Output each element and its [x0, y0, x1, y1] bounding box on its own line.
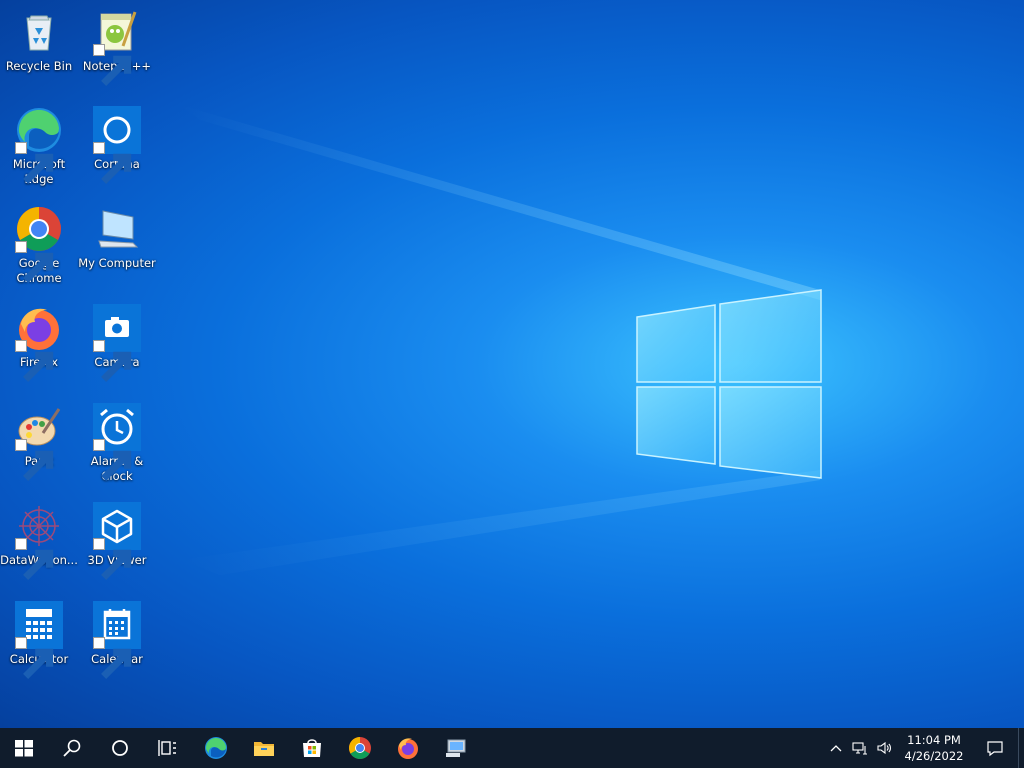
task-view-button[interactable]	[144, 728, 192, 768]
taskbar-computer-button[interactable]	[432, 728, 480, 768]
chrome-icon	[349, 737, 371, 759]
file-explorer-icon	[254, 742, 274, 756]
shortcut-arrow-icon	[15, 538, 54, 580]
desktop-icon-edge[interactable]: Microsoft Edge	[0, 106, 78, 187]
system-tray: 11:04 PM 4/26/2022	[824, 728, 1024, 768]
desktop-icon-my-computer[interactable]: My Computer	[78, 205, 156, 271]
taskbar: 11:04 PM 4/26/2022	[0, 728, 1024, 768]
shortcut-arrow-icon	[93, 637, 132, 679]
shortcut-arrow-icon	[93, 142, 132, 184]
chrome-icon	[15, 205, 63, 283]
firefox-icon	[15, 304, 63, 382]
shortcut-arrow-icon	[93, 538, 132, 580]
recycle-bin-icon	[15, 8, 63, 56]
desktop-icon-notepadpp[interactable]: Notepad++	[78, 8, 156, 86]
calculator-icon	[15, 601, 63, 679]
show-desktop-button[interactable]	[1018, 728, 1024, 768]
paint-icon	[15, 403, 63, 481]
desktop-icon-alarms-clock[interactable]: Alarms & Clock	[78, 403, 156, 484]
calendar-icon	[93, 601, 141, 679]
microsoft-store-icon	[303, 739, 321, 757]
icon-label: My Computer	[78, 256, 156, 270]
taskbar-firefox-button[interactable]	[384, 728, 432, 768]
shortcut-arrow-icon	[15, 241, 54, 283]
shortcut-arrow-icon	[15, 637, 54, 679]
clock[interactable]: 11:04 PM 4/26/2022	[896, 728, 972, 768]
cortana-icon	[93, 106, 141, 184]
shortcut-arrow-icon	[93, 44, 132, 86]
alarm-clock-icon	[93, 403, 141, 481]
desktop-icon-recycle-bin[interactable]: Recycle Bin	[0, 8, 78, 74]
shortcut-arrow-icon	[15, 142, 54, 184]
desktop-icon-cortana[interactable]: Cortana	[78, 106, 156, 184]
cortana-button[interactable]	[96, 728, 144, 768]
notepadpp-icon	[93, 8, 141, 86]
notification-icon	[987, 741, 1003, 757]
search-button[interactable]	[48, 728, 96, 768]
edge-icon	[205, 737, 227, 759]
desktop-icon-paint[interactable]: Paint	[0, 403, 78, 481]
desktop-icon-camera[interactable]: Camera	[78, 304, 156, 382]
volume-icon	[877, 741, 891, 755]
action-center-button[interactable]	[972, 728, 1018, 768]
computer-icon	[93, 205, 141, 253]
taskbar-file-explorer-button[interactable]	[240, 728, 288, 768]
taskbar-edge-button[interactable]	[192, 728, 240, 768]
taskbar-store-button[interactable]	[288, 728, 336, 768]
network-button[interactable]	[848, 728, 872, 768]
shortcut-arrow-icon	[15, 340, 54, 382]
datawagon-icon	[15, 502, 63, 580]
3d-viewer-icon	[93, 502, 141, 580]
chevron-up-icon	[830, 745, 842, 752]
computer-icon	[446, 739, 466, 757]
taskbar-chrome-button[interactable]	[336, 728, 384, 768]
firefox-icon	[398, 738, 418, 759]
edge-icon	[15, 106, 63, 184]
desktop-icon-3d-viewer[interactable]: 3D Viewer	[78, 502, 156, 580]
desktop-icon-firefox[interactable]: Firefox	[0, 304, 78, 382]
desktop-icon-calculator[interactable]: Calculator	[0, 601, 78, 679]
desktop-icon-datawagon[interactable]: DataWagon...	[0, 502, 78, 580]
shortcut-arrow-icon	[93, 340, 132, 382]
shortcut-arrow-icon	[15, 439, 54, 481]
search-icon	[63, 739, 81, 757]
show-hidden-icons-button[interactable]	[824, 728, 848, 768]
shortcut-arrow-icon	[93, 439, 132, 481]
desktop-icon-chrome[interactable]: Google Chrome	[0, 205, 78, 286]
task-view-icon	[158, 740, 176, 756]
icon-label: Recycle Bin	[5, 59, 73, 73]
clock-date: 4/26/2022	[904, 749, 964, 763]
clock-time: 11:04 PM	[907, 733, 961, 747]
desktop-icon-calendar[interactable]: Calendar	[78, 601, 156, 679]
camera-icon	[93, 304, 141, 382]
network-icon	[852, 742, 867, 755]
desktop[interactable]: Recycle Bin Notepad++ Microsoft Edge Cor…	[0, 0, 1024, 728]
volume-button[interactable]	[872, 728, 896, 768]
cortana-ring-icon	[112, 740, 128, 756]
start-button[interactable]	[0, 728, 48, 768]
start-icon	[15, 740, 33, 757]
